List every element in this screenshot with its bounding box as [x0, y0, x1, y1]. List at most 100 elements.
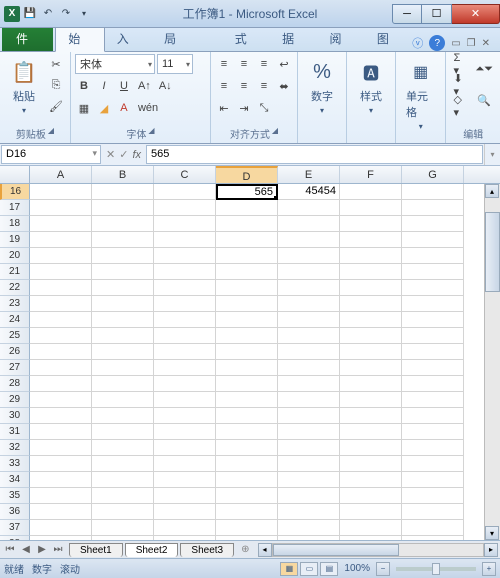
cell[interactable] [92, 376, 154, 392]
page-layout-view-icon[interactable]: ▭ [300, 562, 318, 576]
sheet-prev-icon[interactable]: ◀ [18, 544, 34, 555]
zoom-out-icon[interactable]: − [376, 562, 390, 576]
row-header[interactable]: 18 [0, 216, 30, 232]
cell[interactable] [154, 184, 216, 200]
cell[interactable] [92, 344, 154, 360]
column-header[interactable]: G [402, 166, 464, 183]
cell[interactable] [340, 184, 402, 200]
cell[interactable] [154, 344, 216, 360]
cell[interactable] [340, 472, 402, 488]
cell[interactable] [402, 264, 464, 280]
zoom-slider[interactable] [396, 567, 476, 571]
cell[interactable] [402, 536, 464, 540]
cell[interactable] [30, 296, 92, 312]
new-sheet-icon[interactable]: ⊕ [235, 544, 255, 555]
cell[interactable] [340, 488, 402, 504]
row-header[interactable]: 31 [0, 424, 30, 440]
row-header[interactable]: 33 [0, 456, 30, 472]
hscroll-right-icon[interactable]: ▸ [484, 543, 498, 557]
cell[interactable] [30, 536, 92, 540]
cell[interactable] [340, 200, 402, 216]
cell[interactable] [92, 184, 154, 200]
cell[interactable] [278, 424, 340, 440]
cell[interactable] [154, 216, 216, 232]
cell[interactable] [216, 488, 278, 504]
align-middle-icon[interactable]: ≡ [235, 54, 253, 74]
align-bottom-icon[interactable]: ≡ [255, 54, 273, 74]
cell[interactable] [30, 392, 92, 408]
zoom-in-icon[interactable]: + [482, 562, 496, 576]
row-header[interactable]: 22 [0, 280, 30, 296]
cell[interactable] [30, 280, 92, 296]
cell[interactable] [92, 200, 154, 216]
help-icon[interactable]: ? [429, 35, 445, 51]
cell[interactable] [340, 296, 402, 312]
column-header[interactable]: A [30, 166, 92, 183]
cell[interactable]: 565 [216, 184, 278, 200]
undo-icon[interactable]: ↶ [40, 6, 56, 22]
row-header[interactable]: 28 [0, 376, 30, 392]
cell[interactable] [154, 520, 216, 536]
cell[interactable] [216, 392, 278, 408]
grid-body[interactable]: 1656545454171819202122232425262728293031… [0, 184, 500, 540]
align-right-icon[interactable]: ≡ [255, 76, 273, 96]
row-header[interactable]: 20 [0, 248, 30, 264]
cell[interactable] [154, 488, 216, 504]
cell[interactable] [154, 472, 216, 488]
cell[interactable] [278, 488, 340, 504]
cell[interactable] [154, 296, 216, 312]
cell[interactable] [154, 232, 216, 248]
cell[interactable] [278, 312, 340, 328]
cell[interactable] [402, 472, 464, 488]
cell[interactable] [154, 376, 216, 392]
column-header[interactable]: D [216, 166, 278, 183]
sheet-tab[interactable]: Sheet3 [180, 543, 234, 557]
cell[interactable] [216, 360, 278, 376]
merge-icon[interactable]: ⬌ [275, 76, 293, 96]
vertical-scrollbar[interactable]: ▴ ▾ [484, 184, 500, 540]
cell[interactable] [154, 392, 216, 408]
cell[interactable] [278, 440, 340, 456]
cell[interactable] [402, 200, 464, 216]
clear-icon[interactable]: ◇ ▾ [450, 96, 470, 116]
cell[interactable] [278, 472, 340, 488]
cell[interactable] [278, 392, 340, 408]
cell[interactable] [30, 504, 92, 520]
column-header[interactable]: F [340, 166, 402, 183]
cell[interactable] [402, 504, 464, 520]
cell[interactable] [402, 248, 464, 264]
select-all-corner[interactable] [0, 166, 30, 183]
cell[interactable] [278, 456, 340, 472]
cell[interactable] [30, 472, 92, 488]
cell[interactable] [216, 328, 278, 344]
cell[interactable] [30, 520, 92, 536]
cell[interactable] [154, 280, 216, 296]
fx-icon[interactable]: fx [132, 149, 141, 161]
formula-input[interactable]: 565 [146, 145, 483, 164]
cell[interactable] [340, 216, 402, 232]
page-break-view-icon[interactable]: ▤ [320, 562, 338, 576]
cell[interactable] [30, 232, 92, 248]
row-header[interactable]: 34 [0, 472, 30, 488]
row-header[interactable]: 38 [0, 536, 30, 540]
cell[interactable] [278, 504, 340, 520]
cell[interactable] [30, 248, 92, 264]
cell[interactable] [340, 232, 402, 248]
fill-icon[interactable]: ⬇ ▾ [450, 75, 470, 95]
cell[interactable] [340, 376, 402, 392]
cell[interactable] [92, 216, 154, 232]
name-box[interactable]: D16 [1, 145, 101, 164]
doc-close-icon[interactable]: ✕ [482, 38, 490, 49]
sheet-last-icon[interactable]: ⏭ [50, 544, 66, 555]
cell[interactable] [340, 536, 402, 540]
cell[interactable] [92, 232, 154, 248]
enter-formula-icon[interactable]: ✓ [119, 148, 128, 161]
cell[interactable] [278, 360, 340, 376]
format-painter-icon[interactable]: 🖌 [46, 96, 66, 116]
underline-button[interactable]: U [115, 76, 133, 96]
cell[interactable] [30, 376, 92, 392]
row-header[interactable]: 29 [0, 392, 30, 408]
row-header[interactable]: 17 [0, 200, 30, 216]
hscroll-thumb[interactable] [273, 544, 399, 556]
doc-minimize-icon[interactable]: ▭ [451, 38, 460, 49]
